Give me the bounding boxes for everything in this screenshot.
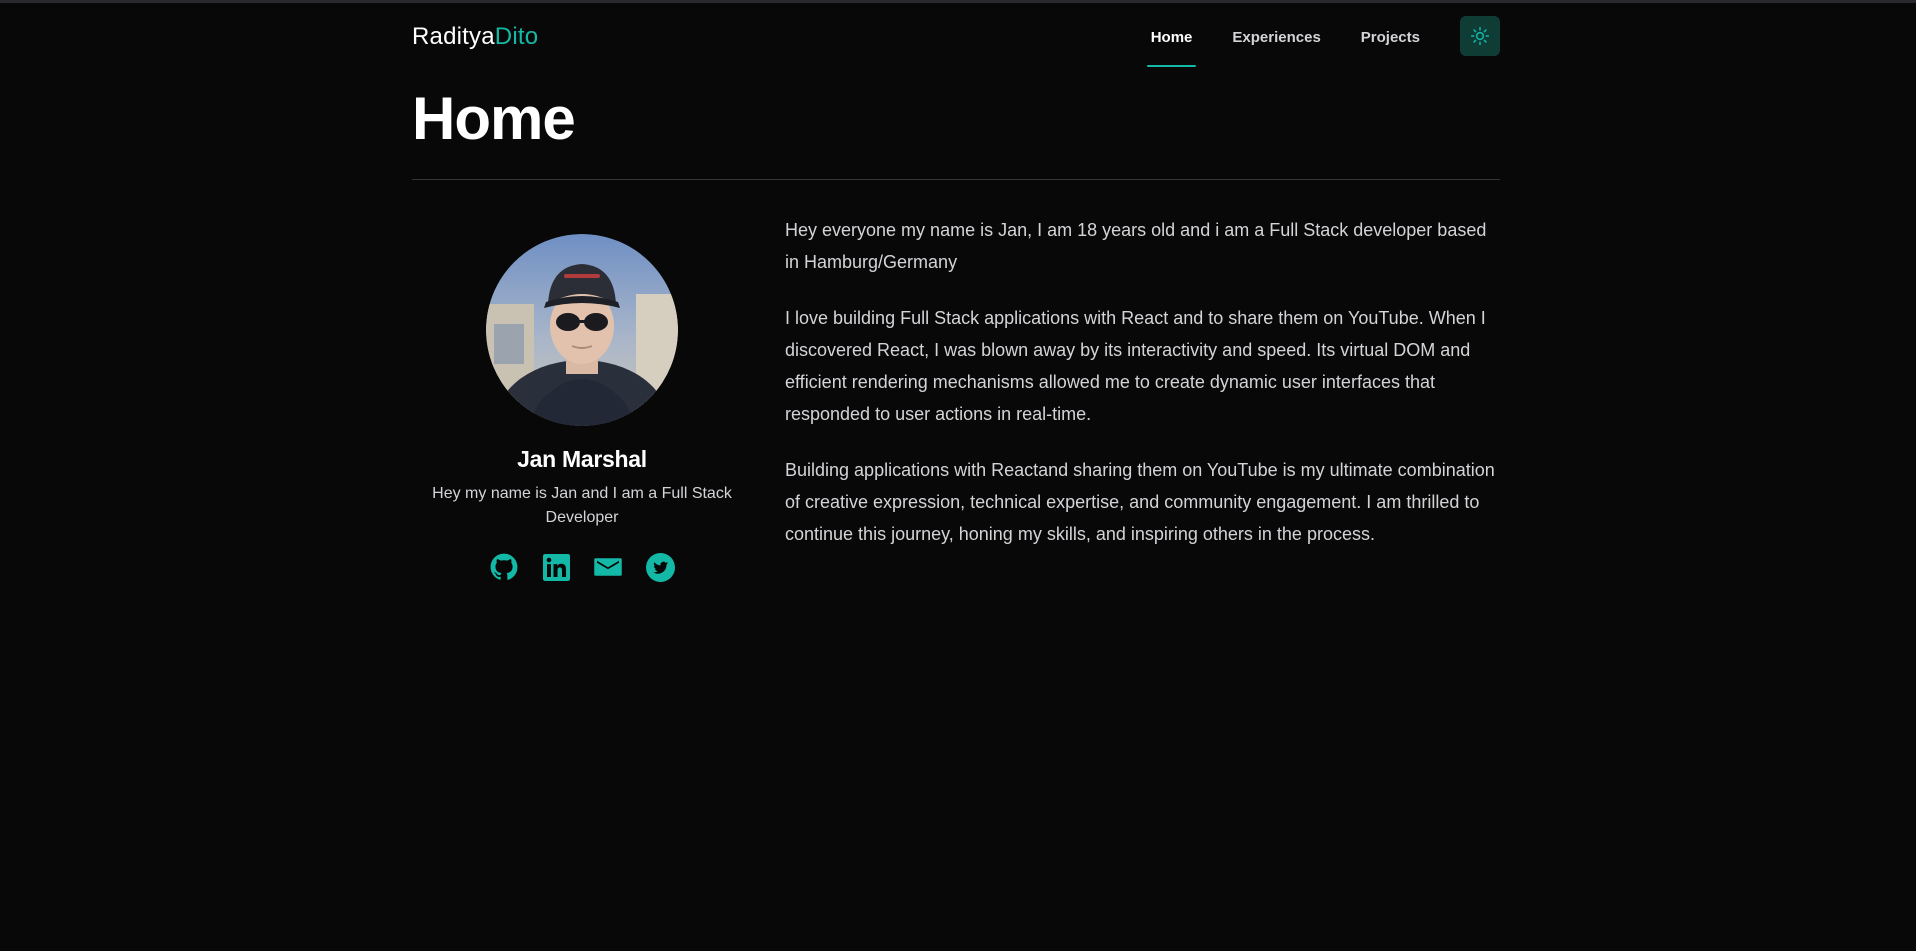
title-divider [412,179,1500,180]
profile-name: Jan Marshal [517,446,647,472]
linkedin-link[interactable] [541,552,571,582]
avatar [486,234,678,426]
bio-paragraph: Hey everyone my name is Jan, I am 18 yea… [785,220,1487,272]
brand-name-first: Raditya [412,23,495,50]
linkedin-icon [542,553,570,581]
main-nav: Home Experiences Projects [1146,16,1500,70]
profile-tagline: Hey my name is Jan and I am a Full Stack… [432,485,732,526]
nav-item-projects[interactable]: Projects [1357,16,1424,68]
sun-icon [1470,26,1490,46]
mail-icon [594,558,622,576]
site-header: RadityaDito Home Experiences Projects [412,0,1500,70]
social-links [412,552,752,582]
github-icon [490,553,518,580]
twitter-link[interactable] [645,552,675,582]
profile-card: Jan Marshal Hey my name is Jan and I am … [412,234,752,582]
mail-link[interactable] [593,552,623,582]
bio-paragraph: I love building Full Stack applications … [785,308,1486,424]
github-link[interactable] [489,552,519,582]
page-container: RadityaDito Home Experiences Projects Ho… [412,0,1500,582]
brand-logo-link[interactable]: RadityaDito [412,22,538,52]
twitter-icon [645,552,675,582]
brand-name-second: Dito [494,23,539,50]
bio-section: Hey everyone my name is Jan, I am 18 yea… [785,214,1500,574]
nav-item-home[interactable]: Home [1146,16,1197,68]
theme-toggle-button[interactable] [1460,16,1500,56]
bio-paragraph: Building applications with Reactand shar… [785,460,1495,544]
page-title: Home [412,85,576,152]
nav-item-experiences[interactable]: Experiences [1228,16,1324,68]
